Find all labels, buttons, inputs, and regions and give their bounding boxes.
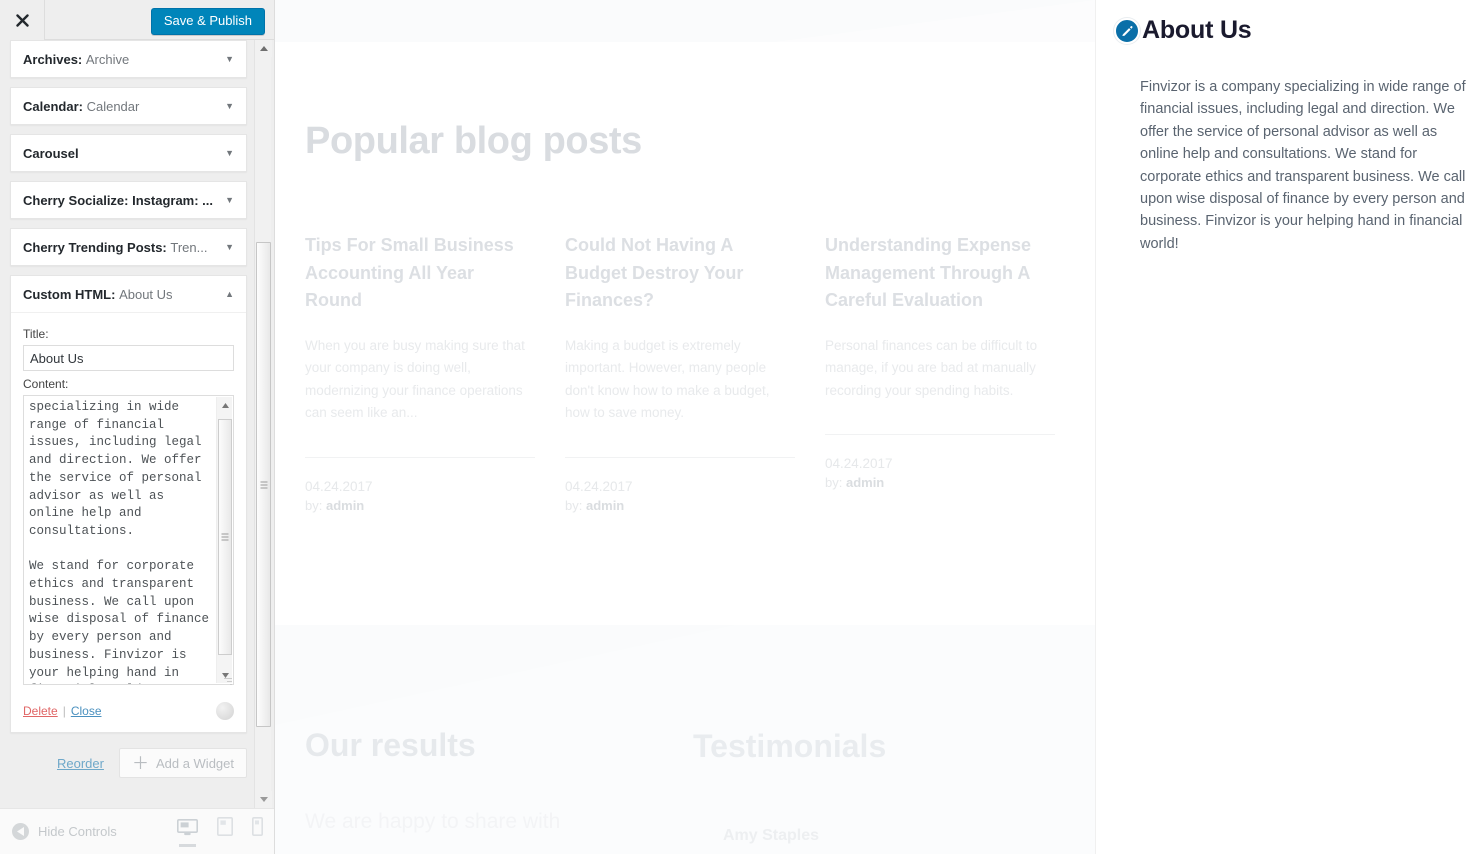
add-widget-button[interactable]: ＋ Add a Widget (118, 748, 247, 778)
post-excerpt: When you are busy making sure that your … (305, 337, 525, 421)
sidebar-scrollbar-thumb[interactable] (256, 242, 271, 727)
sidebar-scrollbar[interactable] (254, 40, 272, 808)
chevron-down-icon[interactable]: ▼ (225, 101, 234, 111)
device-mobile-icon[interactable] (252, 816, 263, 847)
post-divider (825, 434, 1055, 435)
post-excerpt: Personal finances can be difficult to ma… (825, 337, 1038, 398)
widget-cherry-trending-posts[interactable]: Cherry Trending Posts: Tren... ▼ (10, 228, 247, 266)
customizer-widgets-panel: Archives: Archive ▼ Calendar: Calendar ▼… (0, 40, 274, 808)
device-desktop-icon[interactable] (177, 818, 198, 847)
widget-actions-row: Reorder ＋ Add a Widget (10, 742, 247, 778)
blog-post-card[interactable]: Tips For Small Business Accounting All Y… (305, 232, 535, 513)
blog-post-card[interactable]: Could Not Having A Budget Destroy Your F… (565, 232, 795, 513)
post-meta: 04.24.2017 by: admin (305, 479, 535, 513)
customizer-header: Save & Publish (0, 0, 274, 40)
widget-header[interactable]: Archives: Archive ▼ (11, 41, 246, 77)
content-scrollbar[interactable] (216, 397, 232, 683)
widget-calendar[interactable]: Calendar: Calendar ▼ (10, 87, 247, 125)
edit-pencil-icon[interactable] (1114, 17, 1140, 44)
scroll-up-icon[interactable] (217, 397, 233, 413)
chevron-down-icon[interactable]: ▼ (225, 54, 234, 64)
scroll-down-icon[interactable] (217, 667, 233, 683)
post-title[interactable]: Tips For Small Business Accounting All Y… (305, 232, 535, 315)
hide-controls-button[interactable]: Hide Controls (12, 823, 117, 840)
content-scrollbar-thumb[interactable] (218, 419, 232, 655)
post-author: by: admin (565, 497, 625, 513)
customizer-screen: Save & Publish Archives: Archive ▼ Calen… (0, 0, 1471, 854)
post-title[interactable]: Could Not Having A Budget Destroy Your F… (565, 232, 795, 315)
popular-blog-posts-heading: Popular blog posts (305, 120, 642, 162)
chevron-down-icon[interactable]: ▼ (225, 148, 234, 158)
delete-widget-link[interactable]: Delete (23, 704, 58, 718)
about-us-title: About Us (1142, 16, 1252, 44)
close-widget-link[interactable]: Close (71, 704, 102, 718)
device-tablet-icon[interactable] (217, 816, 233, 847)
widget-custom-html[interactable]: Custom HTML: About Us ▲ Title: Content: … (10, 275, 247, 733)
chevron-down-icon[interactable]: ▼ (225, 242, 234, 252)
about-us-widget-panel: About Us Finvizor is a company specializ… (1095, 0, 1471, 854)
post-date: 04.24.2017 (305, 478, 373, 494)
testimonial-author-name: Amy Staples (723, 827, 820, 844)
save-and-publish-button[interactable]: Save & Publish (150, 8, 265, 35)
decor-band-top (275, 0, 1095, 42)
widget-title: Cherry Socialize: Instagram: ... (23, 192, 214, 208)
collapse-arrow-icon (12, 823, 29, 840)
widget-header[interactable]: Custom HTML: About Us ▲ (11, 276, 246, 312)
post-date: 04.24.2017 (825, 456, 893, 471)
customizer-footer: Hide Controls (0, 808, 274, 854)
device-preview-buttons (177, 816, 263, 847)
our-results-text: We are happy to share with (305, 810, 561, 833)
chevron-up-icon[interactable]: ▲ (225, 289, 234, 299)
post-author: by: admin (305, 497, 365, 513)
about-us-body-text: Finvizor is a company specializing in wi… (1140, 79, 1466, 252)
post-meta: 04.24.2017 by: admin (825, 456, 1055, 490)
title-field-label: Title: (23, 327, 49, 341)
chevron-down-icon[interactable]: ▼ (225, 195, 234, 205)
reorder-link[interactable]: Reorder (57, 756, 104, 771)
widget-header[interactable]: Carousel ▼ (11, 135, 246, 171)
widget-title: Calendar: Calendar (23, 98, 140, 114)
widget-archives[interactable]: Archives: Archive ▼ (10, 40, 247, 78)
widget-title: Cherry Trending Posts: Tren... (23, 239, 208, 255)
sidebar-scroll-down-icon[interactable] (255, 791, 272, 808)
post-author: by: admin (825, 475, 885, 490)
post-excerpt: Making a budget is extremely important. … (565, 337, 770, 421)
widget-title: Carousel (23, 145, 79, 161)
sidebar-scroll-up-icon[interactable] (255, 40, 272, 57)
widget-title: Custom HTML: About Us (23, 286, 173, 302)
spinner-icon (216, 702, 234, 720)
widget-list: Archives: Archive ▼ Calendar: Calendar ▼… (10, 40, 247, 778)
close-icon[interactable] (0, 0, 45, 40)
widget-controls: Delete | Close (23, 702, 234, 720)
content-field-label: Content: (23, 377, 69, 391)
post-title[interactable]: Understanding Expense Management Through… (825, 232, 1055, 315)
widget-title: Archives: Archive (23, 51, 130, 67)
plus-icon: ＋ (131, 753, 149, 773)
title-input[interactable] (23, 345, 234, 371)
about-us-header: About Us (1114, 16, 1252, 45)
post-meta: 04.24.2017 by: admin (565, 479, 795, 513)
our-results-heading: Our results (305, 727, 476, 763)
blog-post-list: Tips For Small Business Accounting All Y… (305, 232, 1095, 513)
blog-post-card[interactable]: Understanding Expense Management Through… (825, 232, 1055, 513)
widget-cherry-socialize-instagram[interactable]: Cherry Socialize: Instagram: ... ▼ (10, 181, 247, 219)
hide-controls-label: Hide Controls (38, 824, 117, 839)
customizer-sidebar: Save & Publish Archives: Archive ▼ Calen… (0, 0, 275, 854)
widget-header[interactable]: Cherry Trending Posts: Tren... ▼ (11, 229, 246, 265)
widget-settings-form: Title: Content: specializing in wide ran… (11, 312, 246, 732)
scrollbar-grip-icon (260, 481, 267, 488)
testimonials-heading: Testimonials (693, 728, 887, 764)
post-divider (565, 456, 795, 458)
widget-header[interactable]: Calendar: Calendar ▼ (11, 88, 246, 124)
add-widget-label: Add a Widget (155, 755, 234, 771)
post-date: 04.24.2017 (565, 478, 633, 494)
widget-carousel[interactable]: Carousel ▼ (10, 134, 247, 172)
widget-header[interactable]: Cherry Socialize: Instagram: ... ▼ (11, 182, 246, 218)
scrollbar-grip-icon (221, 533, 229, 541)
content-textarea[interactable]: specializing in wide range of financial … (23, 395, 234, 685)
post-divider (305, 456, 535, 458)
content-textarea-wrapper: specializing in wide range of financial … (23, 395, 234, 690)
controls-separator: | (62, 704, 66, 718)
